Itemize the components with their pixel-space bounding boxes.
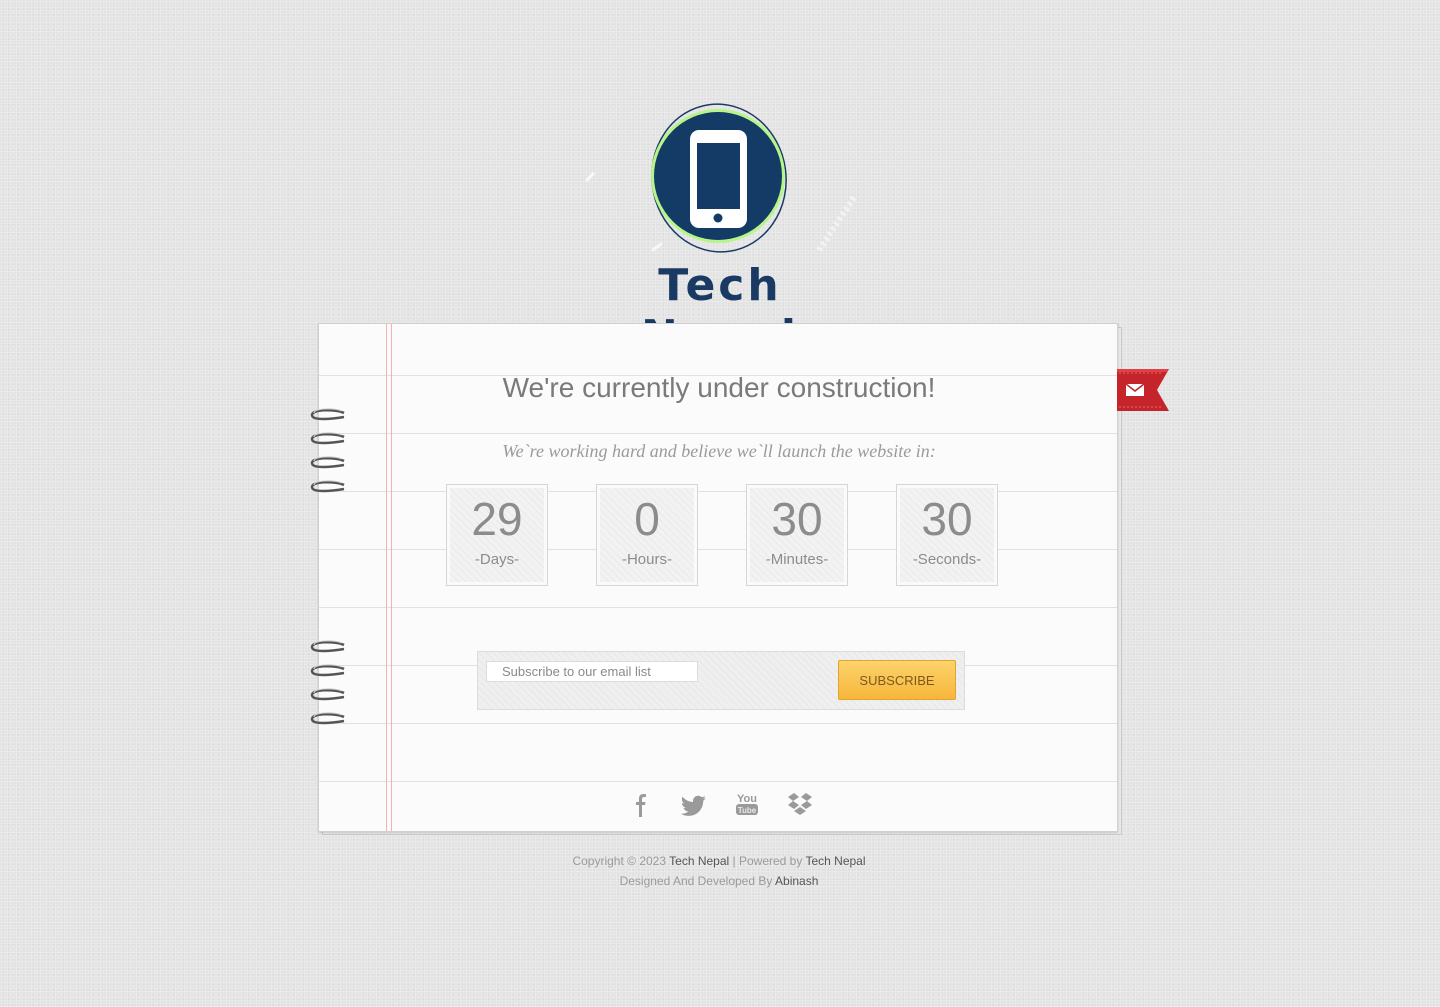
youtube-icon[interactable]: You Tube	[733, 790, 761, 818]
countdown-days-value: 29	[471, 493, 523, 545]
countdown-hours-label: -Hours-	[621, 551, 672, 568]
svg-text:You: You	[737, 793, 757, 805]
subscribe-button[interactable]: SUBSCRIBE	[838, 660, 956, 700]
designer-link[interactable]: Abinash	[775, 874, 818, 888]
facebook-icon[interactable]	[628, 790, 656, 818]
powered-text: | Powered by	[732, 854, 803, 868]
svg-text:Tube: Tube	[738, 806, 757, 815]
copyright-text: Copyright © 2023	[572, 854, 667, 868]
countdown-days: 29 -Days-	[446, 484, 548, 586]
phone-logo-icon	[585, 103, 857, 253]
countdown-minutes-label: -Minutes-	[765, 551, 829, 568]
countdown-hours: 0 -Hours-	[596, 484, 698, 586]
site-logo[interactable]: Tech Nepal	[583, 100, 857, 362]
designed-text: Designed And Developed By	[619, 874, 773, 888]
countdown-seconds: 30 -Seconds-	[896, 484, 998, 586]
countdown-seconds-label: -Seconds-	[912, 551, 982, 568]
countdown-days-label: -Days-	[474, 551, 520, 568]
dropbox-icon[interactable]	[786, 790, 814, 818]
countdown-minutes-value: 30	[771, 493, 823, 545]
countdown-seconds-value: 30	[921, 493, 973, 545]
footer-credits: Designed And Developed By Abinash	[318, 874, 1120, 888]
copyright-link[interactable]: Tech Nepal	[669, 854, 729, 868]
twitter-icon[interactable]	[680, 790, 708, 818]
launch-subheading: We`re working hard and believe we`ll lau…	[502, 441, 936, 461]
mail-ribbon[interactable]	[1117, 369, 1169, 411]
subscribe-form: SUBSCRIBE	[477, 651, 965, 710]
mail-icon	[1125, 383, 1145, 396]
countdown-minutes: 30 -Minutes-	[746, 484, 848, 586]
spiral-binding-bottom	[310, 640, 345, 725]
construction-heading: We're currently under construction!	[502, 372, 936, 403]
countdown-hours-value: 0	[634, 493, 660, 545]
subscribe-email-input[interactable]	[486, 661, 698, 682]
powered-link[interactable]: Tech Nepal	[805, 854, 865, 868]
footer-copyright: Copyright © 2023 Tech Nepal | Powered by…	[318, 854, 1120, 868]
